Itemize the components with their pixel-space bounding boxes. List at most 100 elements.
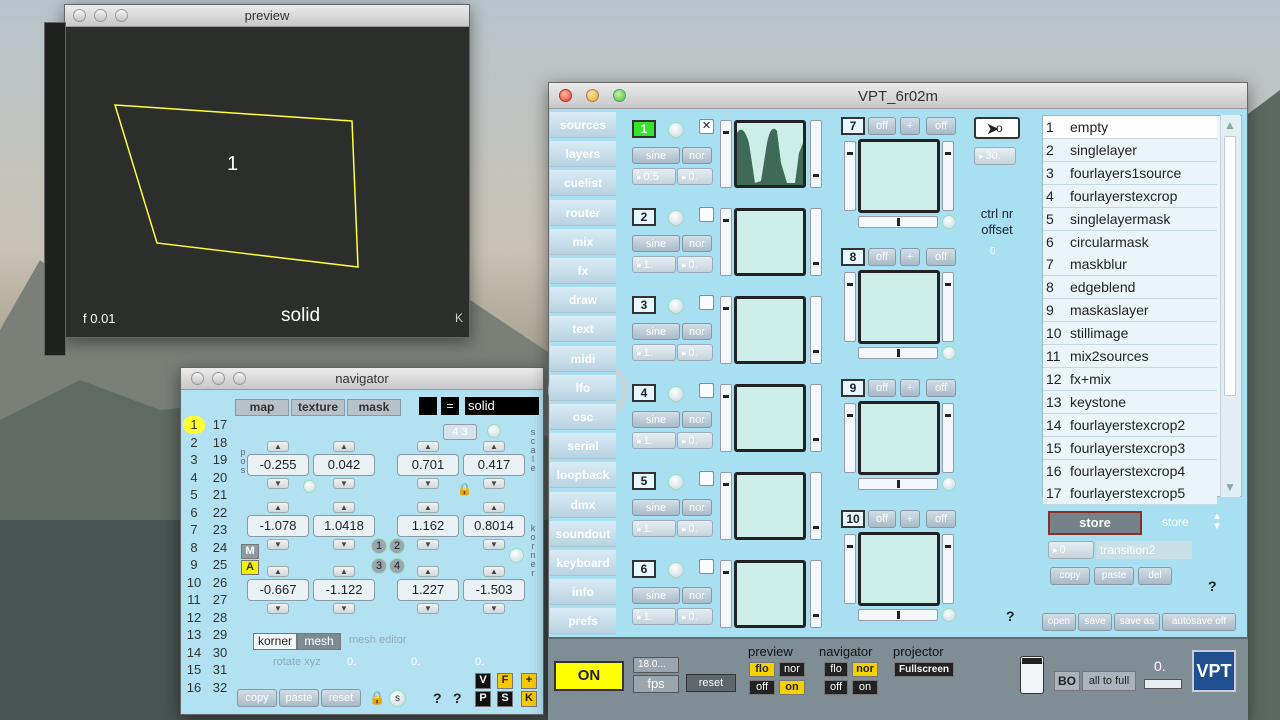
layer-10-number[interactable]: 10 <box>841 510 865 528</box>
layer-6-number[interactable]: 6 <box>632 560 656 578</box>
layer-select-10[interactable]: 10 <box>183 574 205 592</box>
layer-6-thumbnail[interactable] <box>734 560 806 628</box>
layer-select-27[interactable]: 27 <box>209 591 231 609</box>
help-question-2[interactable]: ? <box>453 690 462 706</box>
preset-del-button[interactable]: del <box>1138 567 1172 585</box>
increment-arrow-icon[interactable]: ▲ <box>417 441 439 452</box>
layer-8-h-slider[interactable] <box>858 347 938 359</box>
preset-row[interactable]: 4 fourlayerstexcrop <box>1043 184 1217 208</box>
decrement-arrow-icon[interactable]: ▼ <box>333 603 355 614</box>
slider-handle[interactable] <box>897 349 900 357</box>
tab-texture[interactable]: texture <box>291 399 345 416</box>
corner-button-1[interactable]: 1 <box>371 538 387 554</box>
preset-row[interactable]: 5 singlelayermask <box>1043 207 1217 231</box>
layer-select-1[interactable]: 1 <box>183 416 205 434</box>
badge-43[interactable]: 4 3 <box>443 424 477 440</box>
row3-value-0[interactable]: -0.667 <box>247 579 309 601</box>
increment-arrow-icon[interactable]: ▲ <box>417 566 439 577</box>
color-swatch[interactable] <box>419 397 437 415</box>
layer-3-rate[interactable]: 1. <box>632 344 676 361</box>
transition-name[interactable]: transition2 <box>1096 541 1192 559</box>
layer-4-slider[interactable] <box>720 384 732 452</box>
layer-4-wave-button[interactable]: sine <box>632 411 680 428</box>
layer-1-thumbnail[interactable] <box>734 120 806 188</box>
row3-value-2[interactable]: 1.227 <box>397 579 459 601</box>
increment-arrow-icon[interactable]: ▲ <box>333 566 355 577</box>
layer-select-21[interactable]: 21 <box>209 486 231 504</box>
layer-8-slider[interactable] <box>844 272 856 342</box>
preview-titlebar[interactable]: preview <box>65 5 469 27</box>
layer-9-off-button-1[interactable]: off <box>868 379 896 397</box>
tab-map[interactable]: map <box>235 399 289 416</box>
decrement-arrow-icon[interactable]: ▼ <box>333 539 355 550</box>
preset-row[interactable]: 1 empty <box>1043 116 1217 139</box>
layer-1-offset[interactable]: 0. <box>677 168 713 185</box>
layer-6-checkbox[interactable] <box>699 559 714 574</box>
increment-arrow-icon[interactable]: ▲ <box>267 502 289 513</box>
decrement-arrow-icon[interactable]: ▼ <box>417 478 439 489</box>
layer-select-32[interactable]: 32 <box>209 679 231 697</box>
layer-6-mode-button[interactable]: nor <box>682 587 712 604</box>
s-toggle[interactable]: s <box>389 690 406 707</box>
scroll-thumb[interactable] <box>1224 136 1236 396</box>
korner-toggle-dot[interactable] <box>509 548 524 563</box>
corner-button-4[interactable]: 4 <box>389 558 405 574</box>
layer-select-8[interactable]: 8 <box>183 539 205 557</box>
menu-item-dmx[interactable]: dmx <box>550 491 616 518</box>
tab-mask[interactable]: mask <box>347 399 401 416</box>
decrement-arrow-icon[interactable]: ▼ <box>267 603 289 614</box>
layer-1-checkbox[interactable]: ✕ <box>699 119 714 134</box>
preset-row[interactable]: 13 keystone <box>1043 390 1217 414</box>
layer-6-slider[interactable] <box>720 560 732 628</box>
layer-6-offset[interactable]: 0. <box>677 608 713 625</box>
scroll-down-icon[interactable]: ▼ <box>1224 480 1236 494</box>
layer-4-rate[interactable]: 1. <box>632 432 676 449</box>
layer-6-rate[interactable]: 1. <box>632 608 676 625</box>
layer-7-dot[interactable] <box>942 215 956 229</box>
layer-9-number[interactable]: 9 <box>841 379 865 397</box>
layer-5-level-slider[interactable] <box>810 472 822 540</box>
layer-8-off-button-1[interactable]: off <box>868 248 896 266</box>
layer-3-wave-button[interactable]: sine <box>632 323 680 340</box>
navigator-titlebar[interactable]: navigator <box>181 368 543 390</box>
paste-button[interactable]: paste <box>279 689 319 707</box>
increment-arrow-icon[interactable]: ▲ <box>417 502 439 513</box>
preset-row[interactable]: 9 maskaslayer <box>1043 299 1217 323</box>
increment-arrow-icon[interactable]: ▲ <box>483 441 505 452</box>
row1-value-1[interactable]: 0.042 <box>313 454 375 476</box>
layer-3-mode-button[interactable]: nor <box>682 323 712 340</box>
layer-2-wave-button[interactable]: sine <box>632 235 680 252</box>
layer-7-thumbnail[interactable] <box>858 139 940 213</box>
preview-canvas[interactable] <box>65 27 469 337</box>
row2-value-3[interactable]: 0.8014 <box>463 515 525 537</box>
layer-1-mode-button[interactable]: nor <box>682 147 712 164</box>
layer-10-slider[interactable] <box>844 534 856 604</box>
decrement-arrow-icon[interactable]: ▼ <box>417 603 439 614</box>
layer-5-thumbnail[interactable] <box>734 472 806 540</box>
layer-9-add-button[interactable]: + <box>900 379 920 397</box>
layer-9-level-slider[interactable] <box>942 403 954 473</box>
m-button[interactable]: M <box>241 544 259 559</box>
menu-item-fx[interactable]: fx <box>550 258 616 284</box>
layer-7-slider[interactable] <box>844 141 856 211</box>
layer-5-checkbox[interactable] <box>699 471 714 486</box>
menu-item-lfo[interactable]: lfo <box>550 374 616 401</box>
preset-row[interactable]: 8 edgeblend <box>1043 276 1217 300</box>
layer-select-19[interactable]: 19 <box>209 451 231 469</box>
k-button[interactable]: K <box>521 691 537 707</box>
layer-select-31[interactable]: 31 <box>209 661 231 679</box>
reset-fps-button[interactable]: reset <box>686 674 736 692</box>
layer-select-16[interactable]: 16 <box>183 679 205 697</box>
menu-item-serial[interactable]: serial <box>550 433 616 460</box>
layer-select-6[interactable]: 6 <box>183 504 205 522</box>
preview-off-button[interactable]: off <box>749 680 775 695</box>
layer-9-thumbnail[interactable] <box>858 401 940 475</box>
layer-2-slider[interactable] <box>720 208 732 276</box>
menu-item-mix[interactable]: mix <box>550 228 616 255</box>
layer-8-off-button-2[interactable]: off <box>926 248 956 266</box>
autosave-button[interactable]: autosave off <box>1162 613 1236 631</box>
slider-handle[interactable] <box>897 611 900 619</box>
f-button[interactable]: F <box>497 673 513 689</box>
offset-value[interactable]: 0 <box>990 246 996 257</box>
save-as-button[interactable]: save as <box>1114 613 1160 631</box>
